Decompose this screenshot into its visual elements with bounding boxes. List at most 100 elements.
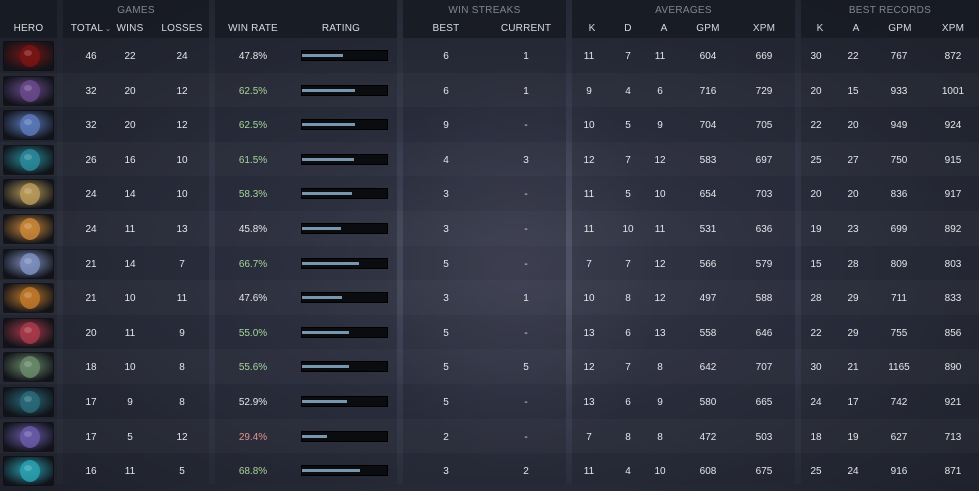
best-gpm-cell: 699 xyxy=(890,223,908,235)
best-xpm-column-header[interactable]: XPM xyxy=(937,19,969,38)
sort-descending-icon: ⌄ xyxy=(105,26,112,33)
avg-kills-column-header[interactable]: K xyxy=(584,19,600,38)
best-streak-cell: 3 xyxy=(443,223,449,235)
table-row[interactable]: 46 22 24 47.8% 6 1 11 7 11 604 669 30 22 767 872 xyxy=(0,38,979,73)
best-records-header-row: K A GPM XPM xyxy=(801,19,979,38)
hero-portrait-icon[interactable] xyxy=(4,42,53,70)
losses-cell: 12 xyxy=(176,85,188,97)
rating-bar-fill xyxy=(302,192,352,196)
avg-gpm-cell: 566 xyxy=(699,258,717,270)
table-row[interactable]: 26 16 10 61.5% 4 3 12 7 12 583 697 25 27 750 915 xyxy=(0,142,979,177)
avg-kills-cell: 7 xyxy=(586,258,592,270)
avg-deaths-cell: 4 xyxy=(625,466,631,478)
best-assists-column-header[interactable]: A xyxy=(848,19,864,38)
best-assists-cell: 29 xyxy=(847,327,859,339)
games-group-header: GAMES xyxy=(63,0,209,19)
rating-bar-fill xyxy=(302,157,355,161)
rating-bar xyxy=(301,292,388,304)
table-row[interactable]: 17 5 12 29.4% 2 - 7 8 8 472 503 18 19 627 713 xyxy=(0,419,979,454)
total-games-cell: 46 xyxy=(85,51,97,62)
hero-portrait-icon[interactable] xyxy=(4,353,53,382)
avg-xpm-cell: 703 xyxy=(755,189,773,201)
table-row[interactable]: 24 11 13 45.8% 3 - 11 10 11 531 636 19 23 699 892 xyxy=(0,211,979,246)
current-streak-column-header[interactable]: CURRENT xyxy=(497,19,555,38)
losses-cell: 11 xyxy=(176,293,188,305)
wins-cell: 14 xyxy=(124,189,136,201)
best-xpm-cell: 871 xyxy=(944,466,962,478)
hero-portrait-icon[interactable] xyxy=(4,318,53,347)
table-row[interactable]: 17 9 8 52.9% 5 - 13 6 9 580 665 24 17 742 921 xyxy=(0,384,979,419)
hero-portrait-icon[interactable] xyxy=(4,76,53,105)
hero-portrait-icon[interactable] xyxy=(4,249,53,278)
best-xpm-cell: 924 xyxy=(944,120,962,132)
table-row[interactable]: 18 10 8 55.6% 5 5 12 7 8 642 707 30 21 1165 890 xyxy=(0,349,979,384)
winrate-cell: 66.7% xyxy=(238,258,268,270)
avg-deaths-column-header[interactable]: D xyxy=(620,19,636,38)
win-streaks-header-row: BEST CURRENT xyxy=(403,19,566,38)
best-gpm-cell: 916 xyxy=(890,466,908,478)
hero-portrait-icon[interactable] xyxy=(4,387,53,416)
avg-xpm-cell: 675 xyxy=(755,466,773,478)
avg-assists-cell: 8 xyxy=(657,362,663,374)
wins-column-header[interactable]: WINS xyxy=(113,19,147,38)
avg-kills-cell: 12 xyxy=(583,154,595,166)
best-assists-cell: 28 xyxy=(847,258,859,270)
wins-cell: 5 xyxy=(127,431,133,443)
avg-gpm-cell: 580 xyxy=(699,396,717,408)
hero-portrait-icon[interactable] xyxy=(4,457,53,486)
table-row[interactable]: 32 20 12 62.5% 9 - 10 5 9 704 705 22 20 949 924 xyxy=(0,107,979,142)
best-gpm-cell: 767 xyxy=(890,51,908,62)
current-streak-cell: - xyxy=(524,431,528,443)
avg-gpm-cell: 604 xyxy=(699,51,717,62)
avg-kills-cell: 9 xyxy=(586,85,592,97)
best-assists-cell: 29 xyxy=(847,293,859,305)
best-kills-column-header[interactable]: K xyxy=(812,19,828,38)
best-streak-column-header[interactable]: BEST xyxy=(429,19,463,38)
best-kills-cell: 20 xyxy=(810,85,822,97)
table-row[interactable]: 24 14 10 58.3% 3 - 11 5 10 654 703 20 20 836 917 xyxy=(0,176,979,211)
avg-assists-column-header[interactable]: A xyxy=(656,19,672,38)
total-column-header[interactable]: TOTAL ⌄ xyxy=(67,19,115,39)
table-row[interactable]: 16 11 5 68.8% 3 2 11 4 10 608 675 25 24 916 871 xyxy=(0,453,979,488)
avg-xpm-column-header[interactable]: XPM xyxy=(748,19,780,38)
hero-portrait-icon[interactable] xyxy=(4,145,53,174)
best-xpm-cell: 892 xyxy=(944,223,962,235)
avg-gpm-cell: 608 xyxy=(699,466,717,478)
best-kills-cell: 25 xyxy=(810,154,822,166)
best-assists-cell: 21 xyxy=(847,362,859,374)
avg-gpm-cell: 531 xyxy=(699,223,717,235)
avg-gpm-cell: 497 xyxy=(699,293,717,305)
hero-portrait-icon[interactable] xyxy=(4,111,53,140)
avg-assists-cell: 12 xyxy=(654,258,666,270)
best-streak-cell: 5 xyxy=(443,396,449,408)
avg-assists-cell: 11 xyxy=(654,223,666,235)
hero-portrait-icon[interactable] xyxy=(4,180,53,209)
current-streak-cell: 1 xyxy=(523,85,529,97)
losses-column-header[interactable]: LOSSES xyxy=(159,19,205,38)
table-row[interactable]: 21 10 11 47.6% 3 1 10 8 12 497 588 28 29 711 833 xyxy=(0,280,979,315)
total-games-cell: 32 xyxy=(85,85,97,97)
hero-column-header[interactable]: HERO xyxy=(0,19,57,38)
avg-xpm-cell: 705 xyxy=(755,120,773,132)
hero-portrait-icon[interactable] xyxy=(4,284,53,313)
best-streak-cell: 5 xyxy=(443,258,449,270)
hero-portrait-icon[interactable] xyxy=(4,422,53,451)
table-row[interactable]: 21 14 7 66.7% 5 - 7 7 12 566 579 15 28 809 803 xyxy=(0,246,979,281)
best-gpm-column-header[interactable]: GPM xyxy=(884,19,916,38)
avg-gpm-column-header[interactable]: GPM xyxy=(692,19,724,38)
hero-header-cell: HERO xyxy=(0,19,57,38)
rating-column-header[interactable]: RATING xyxy=(315,19,367,38)
winrate-cell: 62.5% xyxy=(238,120,268,132)
winrate-column-header[interactable]: WIN RATE xyxy=(225,19,281,38)
best-kills-cell: 25 xyxy=(810,466,822,478)
winrate-cell: 62.5% xyxy=(238,85,268,97)
avg-assists-cell: 10 xyxy=(654,189,666,201)
hero-portrait-icon[interactable] xyxy=(4,214,53,243)
rating-bar-fill xyxy=(302,54,343,57)
table-row[interactable]: 32 20 12 62.5% 6 1 9 4 6 716 729 20 15 933 1001 xyxy=(0,73,979,108)
rating-bar xyxy=(301,84,388,96)
table-row[interactable]: 20 11 9 55.0% 5 - 13 6 13 558 646 22 29 755 856 xyxy=(0,315,979,350)
losses-cell: 10 xyxy=(176,154,188,166)
current-streak-cell: - xyxy=(524,396,528,408)
best-xpm-cell: 856 xyxy=(944,327,962,339)
